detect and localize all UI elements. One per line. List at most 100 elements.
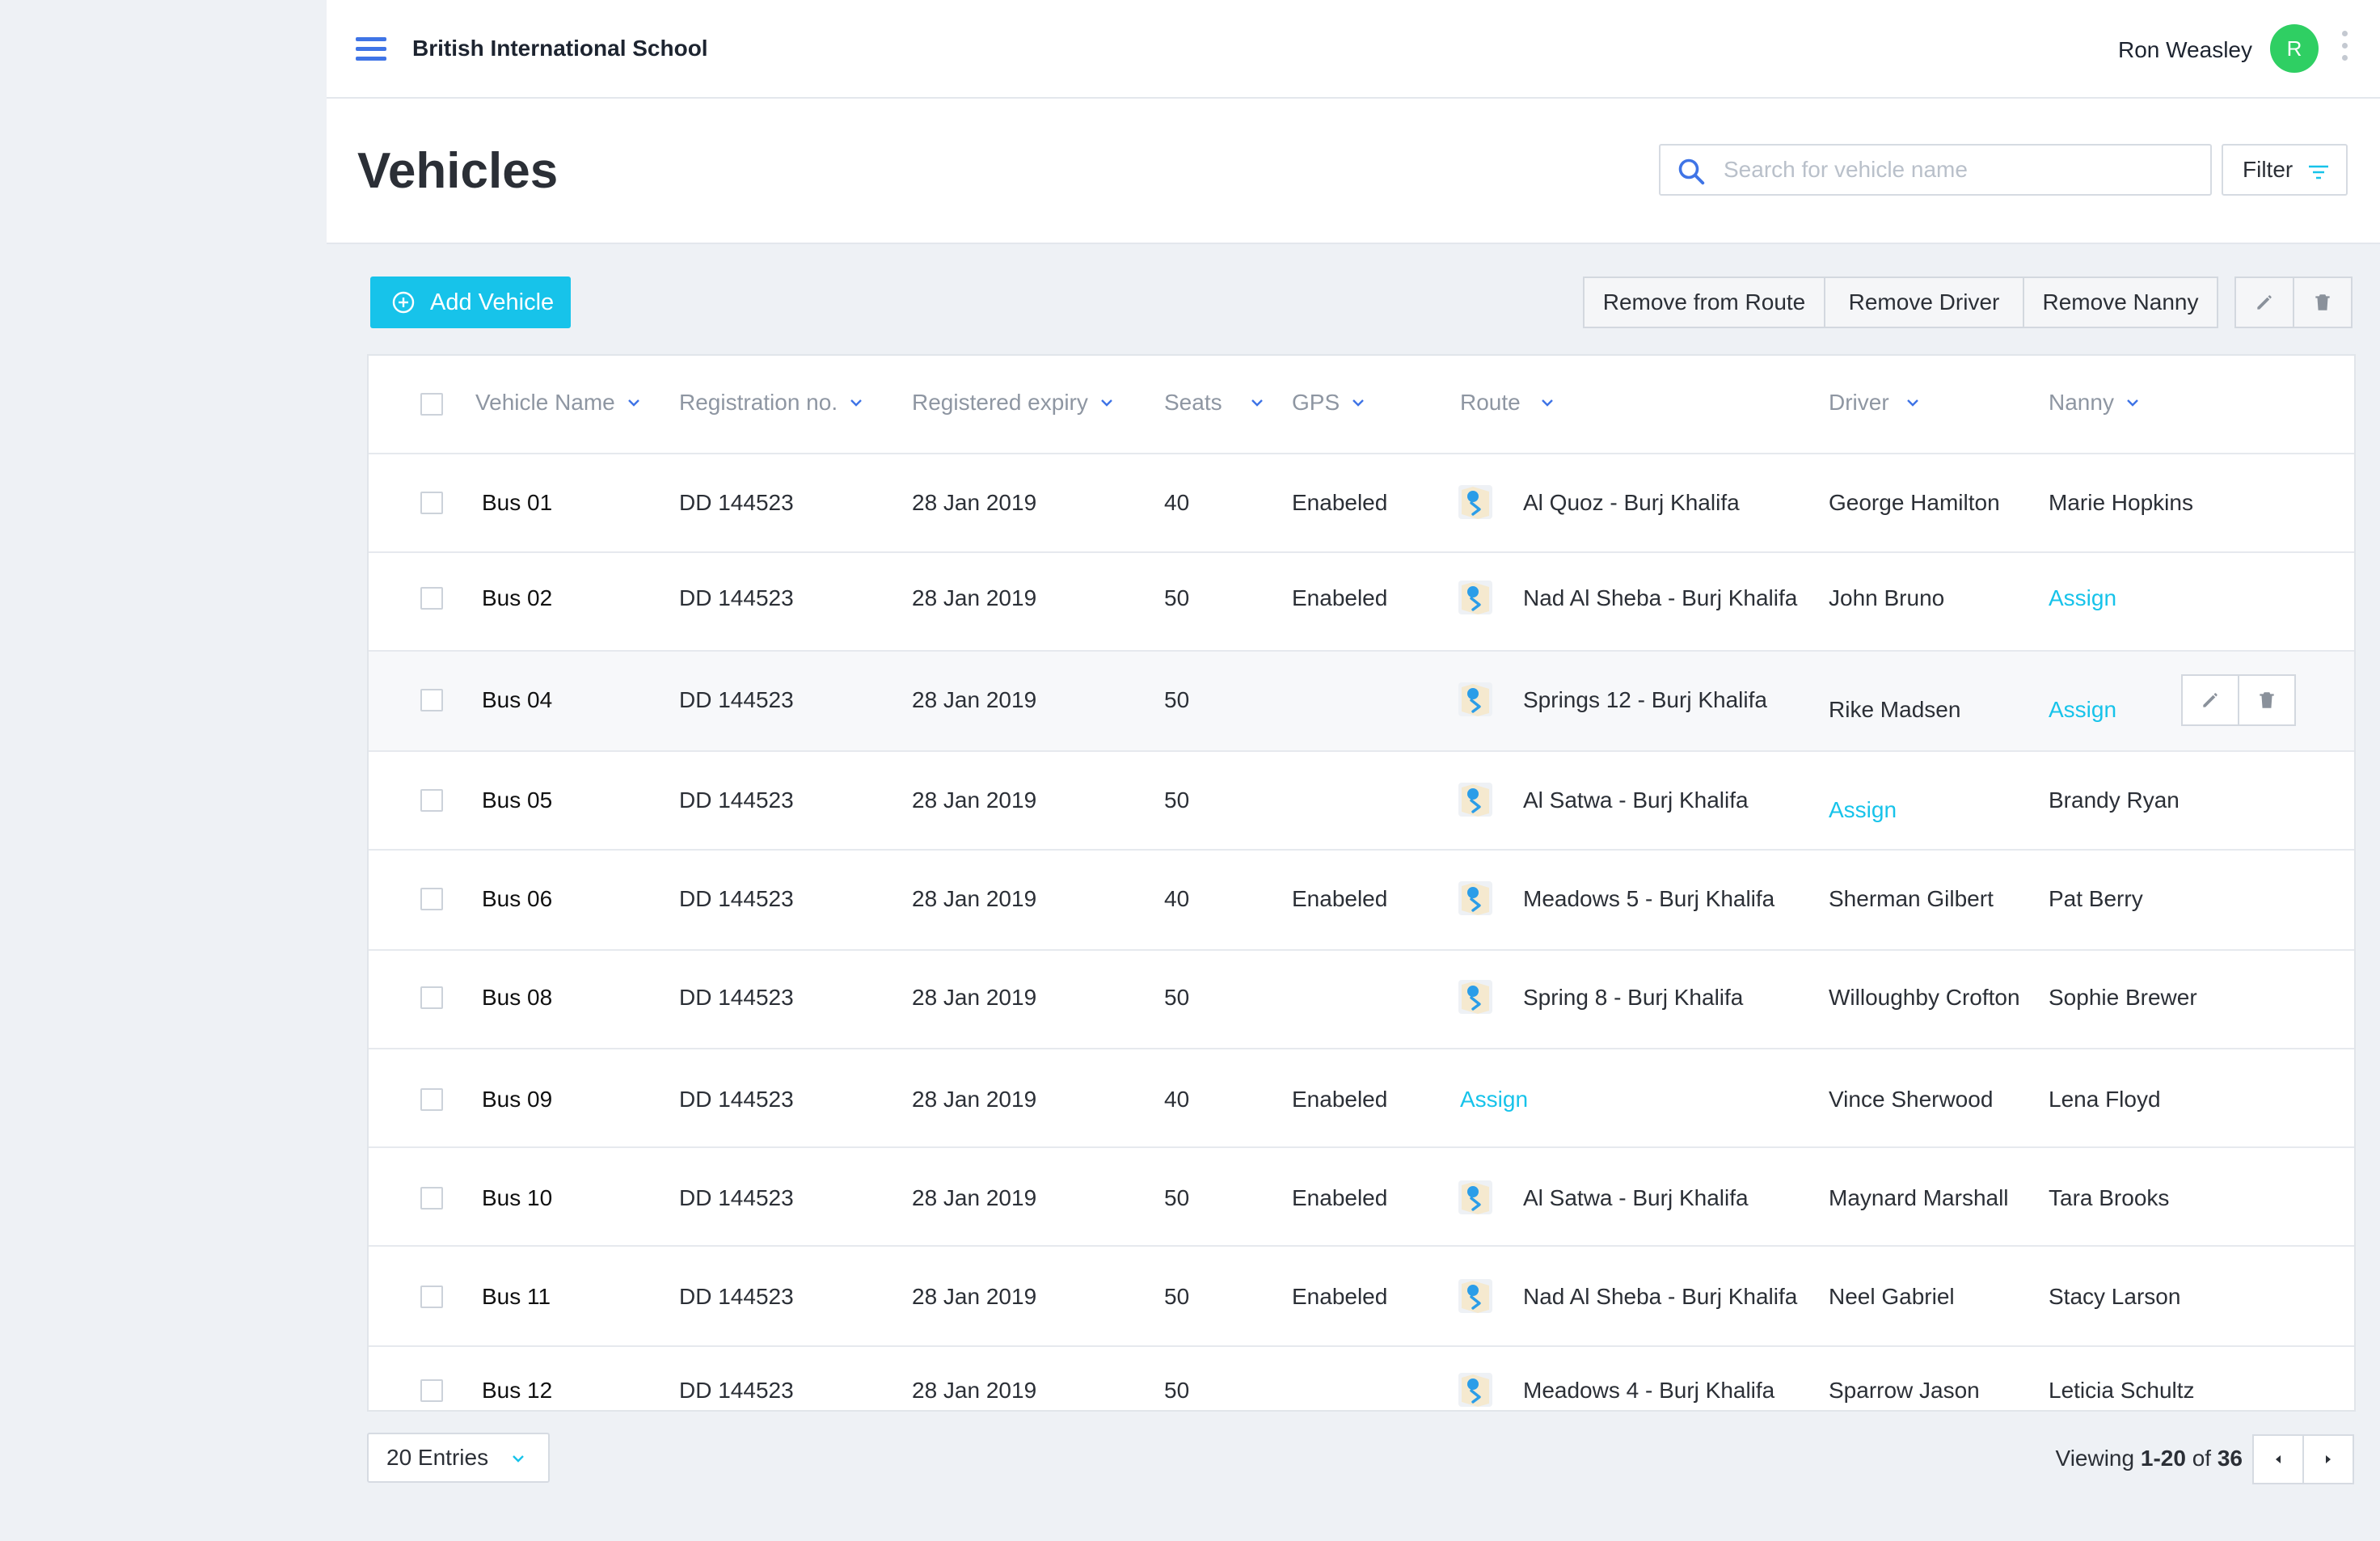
seats-count: 50 [1164, 985, 1190, 1010]
column-nanny[interactable]: Nanny [2049, 390, 2140, 416]
viewing-of: of [2192, 1446, 2212, 1471]
driver-name: Rike Madsen [1829, 697, 1961, 722]
row-checkbox[interactable] [420, 1088, 443, 1111]
user-name[interactable]: Ron Weasley [2118, 37, 2252, 63]
table-row[interactable]: Bus 06 DD 144523 28 Jan 2019 40 Enabeled Mead… [369, 851, 2354, 951]
column-expiry[interactable]: Registered expiry [912, 390, 1114, 416]
registered-expiry: 28 Jan 2019 [912, 490, 1037, 515]
remove-driver-button[interactable]: Remove Driver [1824, 277, 2024, 328]
bulk-edit-button[interactable] [2234, 277, 2294, 328]
registration-number: DD 144523 [679, 490, 794, 515]
next-page-button[interactable] [2302, 1434, 2354, 1484]
bulk-action-group: Remove from Route Remove Driver Remove N… [1583, 277, 2218, 328]
route-name: Al Quoz - Burj Khalifa [1523, 490, 1740, 515]
hamburger-icon[interactable] [356, 37, 386, 61]
seats-count: 50 [1164, 585, 1190, 610]
registration-number: DD 144523 [679, 985, 794, 1010]
table-row[interactable]: Bus 02 DD 144523 28 Jan 2019 50 Enabeled Nad … [369, 553, 2354, 652]
row-checkbox[interactable] [420, 1379, 443, 1402]
table-row[interactable]: Bus 05 DD 144523 28 Jan 2019 50 Al Satwa - B… [369, 752, 2354, 851]
table-row[interactable]: Bus 08 DD 144523 28 Jan 2019 50 Spring 8 - B… [369, 951, 2354, 1049]
filter-button[interactable]: Filter [2222, 144, 2348, 196]
table-header: Vehicle Name Registration no. Registered… [369, 356, 2354, 454]
avatar[interactable]: R [2270, 24, 2319, 73]
seats-count: 40 [1164, 1087, 1190, 1112]
registration-number: DD 144523 [679, 585, 794, 610]
column-registration[interactable]: Registration no. [679, 390, 863, 416]
add-vehicle-button[interactable]: Add Vehicle [370, 277, 571, 328]
driver-name: John Bruno [1829, 585, 1945, 610]
column-driver[interactable]: Driver [1829, 390, 1920, 416]
driver-name: Sparrow Jason [1829, 1378, 1980, 1403]
driver-name: Willoughby Crofton [1829, 985, 2020, 1010]
row-checkbox[interactable] [420, 587, 443, 610]
row-checkbox[interactable] [420, 888, 443, 910]
bulk-delete-button[interactable] [2293, 277, 2353, 328]
row-edit-button[interactable] [2181, 674, 2239, 726]
row-checkbox[interactable] [420, 1187, 443, 1210]
row-delete-button[interactable] [2238, 674, 2296, 726]
row-checkbox[interactable] [420, 492, 443, 514]
chevron-down-icon [2127, 399, 2138, 407]
more-options-icon[interactable] [2340, 31, 2349, 68]
map-pin-icon [1458, 682, 1492, 716]
nanny-assign-link[interactable]: Assign [2049, 697, 2116, 723]
table-row[interactable]: Bus 09 DD 144523 28 Jan 2019 40 Enabeled Assi… [369, 1049, 2354, 1148]
remove-nanny-button[interactable]: Remove Nanny [2023, 277, 2218, 328]
search-box[interactable] [1659, 144, 2212, 196]
seats-count: 40 [1164, 886, 1190, 911]
registration-number: DD 144523 [679, 1284, 794, 1309]
route-name: Al Satwa - Burj Khalifa [1523, 787, 1749, 813]
sidebar-area [0, 0, 327, 1541]
registered-expiry: 28 Jan 2019 [912, 886, 1037, 911]
prev-page-button[interactable] [2252, 1434, 2304, 1484]
table-row[interactable]: Bus 10 DD 144523 28 Jan 2019 50 Enabeled Al S… [369, 1148, 2354, 1247]
table-row[interactable]: Bus 01 DD 144523 28 Jan 2019 40 Enabeled Al Q… [369, 454, 2354, 553]
registered-expiry: 28 Jan 2019 [912, 985, 1037, 1010]
nanny-name: Leticia Schultz [2049, 1378, 2195, 1403]
pagination [2252, 1434, 2354, 1484]
nanny-assign-link[interactable]: Assign [2049, 585, 2116, 611]
route-assign-link[interactable]: Assign [1460, 1087, 1528, 1112]
column-label: Route [1460, 390, 1521, 415]
caret-right-icon [2326, 1455, 2331, 1463]
column-label: GPS [1292, 390, 1340, 415]
row-checkbox[interactable] [420, 1286, 443, 1308]
gps-status: Enabeled [1292, 886, 1388, 911]
registered-expiry: 28 Jan 2019 [912, 787, 1037, 813]
nanny-name: Stacy Larson [2049, 1284, 2181, 1309]
map-pin-icon [1458, 783, 1492, 817]
row-checkbox[interactable] [420, 789, 443, 812]
column-seats[interactable]: Seats [1164, 390, 1264, 416]
registration-number: DD 144523 [679, 687, 794, 712]
table-row[interactable]: Bus 11 DD 144523 28 Jan 2019 50 Enabeled Nad … [369, 1247, 2354, 1347]
registered-expiry: 28 Jan 2019 [912, 1087, 1037, 1112]
column-label: Registered expiry [912, 390, 1088, 415]
column-vehicle-name[interactable]: Vehicle Name [475, 390, 641, 416]
search-input[interactable] [1724, 152, 2201, 188]
registration-number: DD 144523 [679, 1185, 794, 1210]
remove-from-route-button[interactable]: Remove from Route [1583, 277, 1825, 328]
table-row[interactable]: Bus 12 DD 144523 28 Jan 2019 50 Meadows 4 - … [369, 1347, 2354, 1412]
vehicle-name: Bus 10 [482, 1185, 553, 1210]
row-checkbox[interactable] [420, 986, 443, 1009]
driver-assign-link[interactable]: Assign [1829, 797, 1897, 823]
viewing-prefix: Viewing [2055, 1446, 2135, 1471]
registered-expiry: 28 Jan 2019 [912, 687, 1037, 712]
gps-status: Enabeled [1292, 1185, 1388, 1210]
vehicle-name: Bus 06 [482, 886, 553, 911]
trash-icon [2315, 294, 2330, 310]
row-checkbox[interactable] [420, 689, 443, 711]
nanny-name: Sophie Brewer [2049, 985, 2197, 1010]
column-gps[interactable]: GPS [1292, 390, 1365, 416]
table-row[interactable]: Bus 04 DD 144523 28 Jan 2019 50 Springs 12 -… [369, 652, 2354, 752]
registered-expiry: 28 Jan 2019 [912, 1284, 1037, 1309]
chevron-down-icon [1101, 399, 1112, 407]
registration-number: DD 144523 [679, 886, 794, 911]
chevron-down-icon [627, 399, 639, 407]
route-name: Meadows 4 - Burj Khalifa [1523, 1378, 1775, 1403]
select-all-checkbox[interactable] [420, 393, 443, 416]
entries-select[interactable]: 20 Entries [367, 1433, 550, 1483]
registered-expiry: 28 Jan 2019 [912, 1378, 1037, 1403]
column-route[interactable]: Route [1460, 390, 1555, 416]
